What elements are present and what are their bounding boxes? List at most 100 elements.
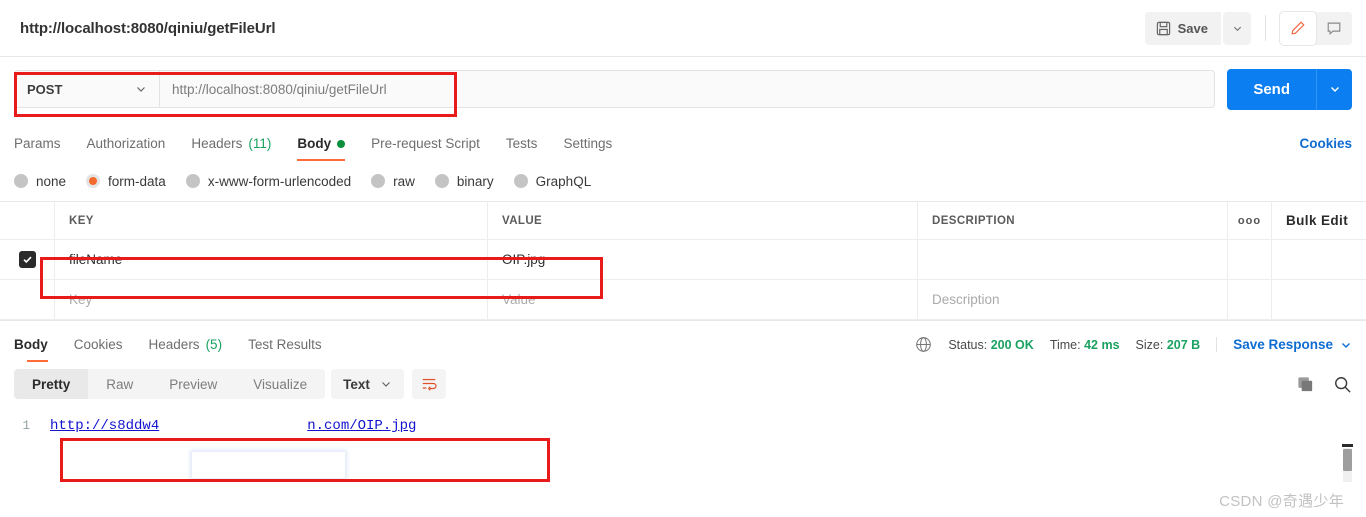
- row-checkbox-cell: [0, 240, 55, 279]
- body-type-graphql[interactable]: GraphQL: [513, 173, 592, 189]
- response-tab-cookies[interactable]: Cookies: [61, 337, 136, 362]
- edit-view-button[interactable]: [1280, 11, 1316, 45]
- row-key-input[interactable]: fileName: [55, 240, 488, 279]
- body-type-graphql-label: GraphQL: [535, 173, 592, 189]
- radio-icon: [434, 174, 449, 188]
- save-group: Save: [1144, 11, 1251, 45]
- scrollbar-cap: [1342, 444, 1353, 447]
- save-dropdown-button[interactable]: [1223, 11, 1251, 45]
- page-title: http://localhost:8080/qiniu/getFileUrl: [20, 19, 276, 37]
- word-wrap-toggle[interactable]: [411, 369, 446, 399]
- response-tab-headers-label: Headers: [148, 337, 200, 352]
- row-spacer-cell: [1272, 240, 1366, 279]
- body-type-raw[interactable]: raw: [371, 174, 415, 189]
- redaction-overlay: [192, 452, 345, 478]
- save-response-button[interactable]: Save Response: [1216, 337, 1352, 352]
- response-viewer-toolbar: Pretty Raw Preview Visualize Text: [0, 362, 1366, 406]
- viewer-mode-visualize[interactable]: Visualize: [235, 369, 325, 399]
- chevron-down-icon: [135, 83, 147, 95]
- body-type-none-label: none: [36, 173, 67, 189]
- tab-pre-request-script[interactable]: Pre-request Script: [358, 136, 493, 161]
- table-row[interactable]: fileName OIP.jpg: [0, 240, 1366, 280]
- word-wrap-icon: [420, 376, 438, 392]
- save-button[interactable]: Save: [1144, 11, 1221, 45]
- send-dropdown-button[interactable]: [1316, 68, 1352, 110]
- column-header-description: DESCRIPTION: [918, 202, 1228, 239]
- top-request-bar: http://localhost:8080/qiniu/getFileUrl S…: [0, 0, 1366, 57]
- radio-icon: [14, 174, 28, 188]
- column-header-key: KEY: [55, 202, 488, 239]
- table-options-button[interactable]: ooo: [1228, 202, 1272, 239]
- body-type-form-data[interactable]: form-data: [86, 174, 166, 189]
- table-header-row: KEY VALUE DESCRIPTION ooo Bulk Edit: [0, 202, 1366, 240]
- send-group: Send: [1227, 68, 1352, 110]
- response-format-select[interactable]: Text: [331, 369, 404, 399]
- response-bar: Body Cookies Headers (5) Test Results St…: [0, 320, 1366, 362]
- viewer-actions: [1296, 375, 1352, 394]
- table-row[interactable]: Key Value Description: [0, 280, 1366, 320]
- viewer-mode-preview[interactable]: Preview: [151, 369, 235, 399]
- tab-params[interactable]: Params: [14, 136, 74, 161]
- globe-icon: [915, 336, 932, 353]
- size-value: 207 B: [1166, 337, 1201, 352]
- time-value: 42 ms: [1084, 337, 1120, 352]
- body-type-form-data-label: form-data: [108, 173, 166, 189]
- response-tab-body-label: Body: [14, 337, 48, 352]
- tab-params-label: Params: [14, 136, 61, 151]
- new-row-value-input[interactable]: Value: [488, 280, 918, 319]
- size-badge: Size: 207 B: [1136, 338, 1201, 352]
- response-tab-test-results[interactable]: Test Results: [235, 337, 335, 362]
- bulk-edit-button[interactable]: Bulk Edit: [1286, 213, 1348, 228]
- viewer-mode-pretty[interactable]: Pretty: [14, 369, 89, 399]
- chevron-down-icon: [380, 378, 392, 390]
- tab-authorization[interactable]: Authorization: [74, 136, 179, 161]
- row-value-input[interactable]: OIP.jpg: [488, 240, 918, 279]
- http-method-select[interactable]: POST: [14, 70, 159, 108]
- url-input[interactable]: http://localhost:8080/qiniu/getFileUrl: [159, 70, 1216, 108]
- ellipsis-icon: ooo: [1237, 214, 1262, 227]
- column-header-value: VALUE: [488, 202, 918, 239]
- comment-icon: [1326, 20, 1342, 36]
- viewer-mode-raw[interactable]: Raw: [88, 369, 151, 399]
- tab-tests-label: Tests: [505, 136, 538, 151]
- response-body-link[interactable]: http://s8ddw4 n.com/OIP.jpg: [40, 418, 416, 434]
- tab-body[interactable]: Body: [284, 136, 358, 161]
- radio-selected-icon: [86, 174, 101, 188]
- radio-icon: [185, 174, 200, 188]
- body-type-none[interactable]: none: [14, 174, 66, 189]
- body-type-urlencoded[interactable]: x-www-form-urlencoded: [185, 174, 351, 189]
- row-description-input[interactable]: [918, 240, 1228, 279]
- new-row-key-placeholder: Key: [69, 292, 93, 307]
- scrollbar-thumb[interactable]: [1343, 449, 1352, 471]
- viewer-mode-group: Pretty Raw Preview Visualize: [14, 369, 326, 399]
- http-method-value: POST: [27, 81, 63, 97]
- response-tab-headers[interactable]: Headers (5): [136, 337, 236, 362]
- tab-body-label: Body: [297, 136, 332, 151]
- response-tab-headers-count: (5): [205, 337, 223, 352]
- send-button[interactable]: Send: [1227, 69, 1316, 110]
- url-row: POST http://localhost:8080/qiniu/getFile…: [0, 57, 1366, 121]
- row-checkbox[interactable]: [18, 251, 36, 268]
- tab-headers[interactable]: Headers (11): [178, 136, 284, 161]
- response-body-viewer: 1 http://s8ddw4 n.com/OIP.jpg: [0, 406, 1366, 458]
- body-type-binary[interactable]: binary: [434, 173, 494, 189]
- status-badge: Status: 200 OK: [948, 338, 1034, 352]
- status-label: Status:: [948, 337, 988, 352]
- copy-icon[interactable]: [1296, 375, 1315, 394]
- chevron-down-icon: [1340, 339, 1352, 351]
- save-response-label: Save Response: [1233, 337, 1333, 352]
- body-type-binary-label: binary: [456, 173, 494, 189]
- radio-icon: [371, 174, 386, 188]
- response-tab-body[interactable]: Body: [14, 337, 61, 362]
- tab-settings[interactable]: Settings: [550, 136, 625, 161]
- search-icon[interactable]: [1333, 375, 1352, 394]
- comment-view-button[interactable]: [1316, 12, 1352, 45]
- cookies-link[interactable]: Cookies: [1299, 136, 1352, 161]
- tab-tests[interactable]: Tests: [493, 136, 551, 161]
- new-row-description-input[interactable]: Description: [918, 280, 1228, 319]
- new-row-key-input[interactable]: Key: [55, 280, 488, 319]
- response-tab-cookies-label: Cookies: [73, 337, 123, 352]
- bulk-edit-cell: Bulk Edit: [1272, 202, 1366, 239]
- topbar-actions: Save: [1144, 11, 1352, 45]
- view-toggle-group: [1280, 11, 1352, 45]
